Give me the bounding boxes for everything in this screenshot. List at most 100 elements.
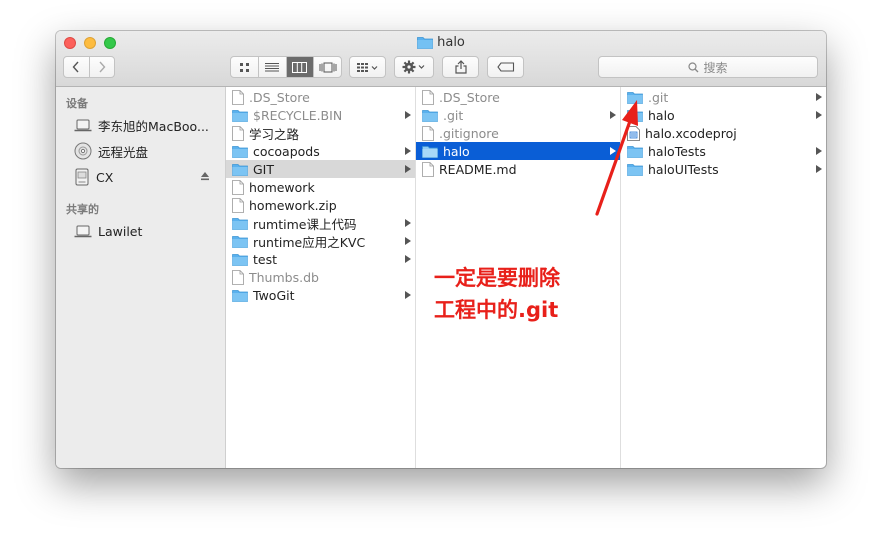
file-name: cocoapods — [253, 143, 320, 159]
file-row[interactable]: .gitignore — [416, 124, 620, 142]
tags-button[interactable] — [487, 56, 524, 78]
file-row[interactable]: README.md — [416, 160, 620, 178]
action-menu-button[interactable] — [394, 56, 434, 78]
folder-icon — [627, 91, 643, 104]
sidebar-item-remote-disc[interactable]: 远程光盘 — [74, 141, 224, 161]
folder-icon — [627, 163, 643, 176]
folder-icon — [422, 145, 438, 158]
eject-icon[interactable] — [200, 171, 210, 181]
sidebar-item-macbook[interactable]: 李东旭的MacBoo... — [74, 115, 224, 135]
disclosure-arrow-icon — [610, 147, 616, 155]
title-bar: halo 搜索 — [56, 31, 826, 87]
folder-icon — [422, 109, 438, 122]
file-row[interactable]: .DS_Store — [416, 88, 620, 106]
file-name: .DS_Store — [249, 89, 310, 105]
file-row[interactable]: haloTests — [621, 142, 826, 160]
file-name: GIT — [253, 161, 275, 177]
file-name: .git — [648, 89, 669, 105]
disclosure-arrow-icon — [405, 255, 411, 263]
arrange-button[interactable] — [349, 56, 386, 78]
column-view-button[interactable] — [286, 57, 315, 77]
back-button[interactable] — [64, 57, 90, 77]
list-icon — [265, 62, 280, 71]
disclosure-arrow-icon — [405, 237, 411, 245]
file-name: test — [253, 251, 278, 267]
laptop-icon — [74, 225, 92, 237]
file-name: 学习之路 — [249, 126, 300, 142]
file-row[interactable]: .git — [621, 88, 826, 106]
file-row[interactable]: .git — [416, 106, 620, 124]
disclosure-arrow-icon — [816, 111, 822, 119]
document-icon — [422, 161, 434, 177]
document-icon — [232, 179, 244, 195]
folder-icon — [232, 109, 248, 122]
forward-button[interactable] — [90, 57, 115, 77]
search-icon — [688, 61, 699, 72]
file-name: haloUITests — [648, 161, 719, 177]
xcodeproj-icon — [627, 125, 640, 141]
disclosure-arrow-icon — [405, 165, 411, 173]
file-name: .git — [443, 107, 464, 123]
file-name: runtime应用之KVC — [253, 234, 366, 250]
search-field[interactable]: 搜索 — [598, 56, 818, 78]
file-row[interactable]: test — [226, 250, 415, 268]
window-title: halo — [437, 35, 465, 50]
column-3[interactable]: .git halo halo.xcodeproj haloTests haloUITes… — [621, 87, 826, 468]
file-row[interactable]: GIT — [226, 160, 415, 178]
arrange-grid-icon — [356, 62, 377, 72]
file-row[interactable]: halo.xcodeproj — [621, 124, 826, 142]
folder-icon — [232, 289, 248, 302]
disc-icon — [74, 142, 92, 160]
annotation-text: 一定是要删除 工程中的.git — [434, 262, 560, 326]
file-name: .gitignore — [439, 125, 499, 141]
file-name: halo.xcodeproj — [645, 125, 737, 141]
cover-flow-button[interactable] — [314, 57, 341, 77]
file-row[interactable]: homework.zip — [226, 196, 415, 214]
sidebar: 设备 李东旭的MacBoo... 远程光盘 CX 共享的 Lawilet — [56, 87, 226, 468]
columns-icon — [292, 61, 308, 73]
disclosure-arrow-icon — [816, 93, 822, 101]
file-name: halo — [648, 107, 675, 123]
gear-icon — [402, 60, 425, 74]
tag-icon — [496, 62, 514, 72]
file-name: rumtime课上代码 — [253, 216, 357, 232]
folder-icon — [417, 37, 434, 49]
icon-view-button[interactable] — [231, 57, 259, 77]
folder-icon — [627, 109, 643, 122]
file-row[interactable]: runtime应用之KVC — [226, 232, 415, 250]
sidebar-item-lawilet[interactable]: Lawilet — [74, 221, 224, 241]
file-row[interactable]: rumtime课上代码 — [226, 214, 415, 232]
file-row[interactable]: haloUITests — [621, 160, 826, 178]
file-name: haloTests — [648, 143, 706, 159]
sidebar-item-label: Lawilet — [98, 223, 143, 239]
sidebar-header-shared: 共享的 — [66, 203, 99, 216]
file-row[interactable]: halo — [416, 142, 620, 160]
disclosure-arrow-icon — [816, 165, 822, 173]
file-name: TwoGit — [253, 287, 295, 303]
disclosure-arrow-icon — [405, 111, 411, 119]
file-row[interactable]: cocoapods — [226, 142, 415, 160]
document-icon — [232, 125, 244, 141]
back-forward-control — [63, 56, 115, 78]
folder-icon — [627, 145, 643, 158]
file-row[interactable]: Thumbs.db — [226, 268, 415, 286]
folder-icon — [232, 145, 248, 158]
disclosure-arrow-icon — [405, 147, 411, 155]
column-1[interactable]: .DS_Store $RECYCLE.BIN 学习之路 cocoapods GIT hom… — [226, 87, 416, 468]
disclosure-arrow-icon — [405, 219, 411, 227]
file-row[interactable]: TwoGit — [226, 286, 415, 304]
sidebar-item-label: CX — [96, 169, 114, 185]
sidebar-item-cx[interactable]: CX — [74, 167, 224, 187]
file-row[interactable]: $RECYCLE.BIN — [226, 106, 415, 124]
share-icon — [454, 60, 467, 74]
file-row[interactable]: .DS_Store — [226, 88, 415, 106]
folder-icon — [232, 253, 248, 266]
file-row[interactable]: halo — [621, 106, 826, 124]
search-placeholder: 搜索 — [703, 60, 728, 75]
file-row[interactable]: 学习之路 — [226, 124, 415, 142]
list-view-button[interactable] — [259, 57, 287, 77]
file-row[interactable]: homework — [226, 178, 415, 196]
sidebar-item-label: 远程光盘 — [98, 144, 149, 160]
cover-flow-icon — [319, 62, 337, 72]
share-button[interactable] — [442, 56, 479, 78]
